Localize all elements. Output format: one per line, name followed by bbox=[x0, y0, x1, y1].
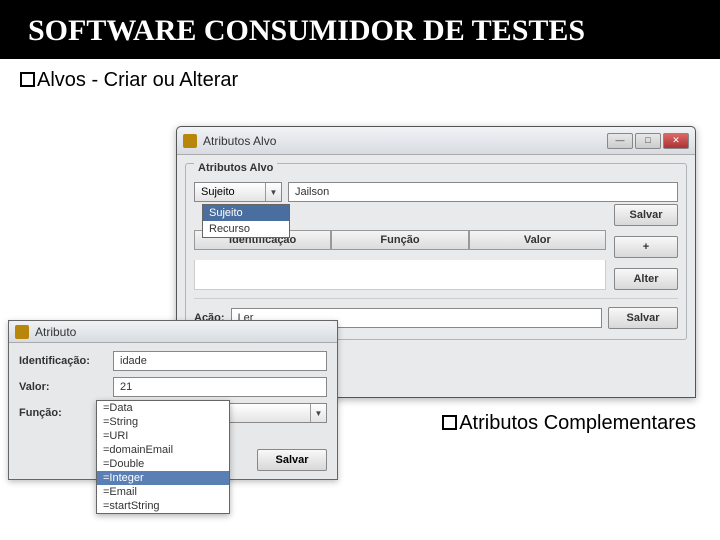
bullet-alvos: Alvos - Criar ou Alterar bbox=[0, 59, 720, 102]
funcao-option-startstring[interactable]: =startString bbox=[97, 499, 229, 513]
table-body-empty[interactable] bbox=[194, 260, 606, 291]
subject-name-input[interactable]: Jailson bbox=[288, 182, 678, 202]
salvar-button[interactable]: Salvar bbox=[614, 204, 678, 226]
titlebar[interactable]: Atributos Alvo — □ ✕ bbox=[177, 127, 695, 155]
titlebar[interactable]: Atributo bbox=[9, 321, 337, 343]
close-button[interactable]: ✕ bbox=[663, 133, 689, 149]
funcao-label: Função: bbox=[19, 407, 105, 419]
window-title: Atributo bbox=[35, 325, 331, 339]
col-valor[interactable]: Valor bbox=[469, 230, 606, 250]
funcao-option-email[interactable]: =Email bbox=[97, 485, 229, 499]
slide-title: SOFTWARE CONSUMIDOR DE TESTES bbox=[28, 14, 692, 49]
funcao-option-string[interactable]: =String bbox=[97, 415, 229, 429]
chevron-down-icon: ▼ bbox=[310, 404, 326, 422]
slide-header: SOFTWARE CONSUMIDOR DE TESTES bbox=[0, 0, 720, 59]
funcao-option-data[interactable]: =Data bbox=[97, 401, 229, 415]
subject-type-combo[interactable]: Sujeito ▼ bbox=[194, 182, 282, 202]
funcao-option-uri[interactable]: =URI bbox=[97, 429, 229, 443]
minimize-button[interactable]: — bbox=[607, 133, 633, 149]
identificacao-label: Identificação: bbox=[19, 355, 105, 367]
alter-button[interactable]: Alter bbox=[614, 268, 678, 290]
funcao-option-integer[interactable]: =Integer bbox=[97, 471, 229, 485]
bullet-square-icon bbox=[20, 72, 35, 87]
identificacao-input[interactable]: idade bbox=[113, 351, 327, 371]
funcao-option-double[interactable]: =Double bbox=[97, 457, 229, 471]
atributos-group: Atributos Alvo Sujeito ▼ Jailson Sujeito… bbox=[185, 163, 687, 340]
java-icon bbox=[15, 325, 29, 339]
maximize-button[interactable]: □ bbox=[635, 133, 661, 149]
add-button[interactable]: + bbox=[614, 236, 678, 258]
funcao-dropdown-list: =Data =String =URI =domainEmail =Double … bbox=[96, 400, 230, 514]
funcao-option-domainemail[interactable]: =domainEmail bbox=[97, 443, 229, 457]
bullet-atributos: Atributos Complementares bbox=[442, 412, 696, 435]
java-icon bbox=[183, 134, 197, 148]
bullet-square-icon bbox=[442, 415, 457, 430]
atributo-salvar-button[interactable]: Salvar bbox=[257, 449, 327, 471]
chevron-down-icon: ▼ bbox=[265, 183, 281, 201]
valor-input[interactable]: 21 bbox=[113, 377, 327, 397]
subject-type-dropdown: Sujeito Recurso bbox=[202, 204, 290, 238]
acao-salvar-button[interactable]: Salvar bbox=[608, 307, 678, 329]
valor-label: Valor: bbox=[19, 381, 105, 393]
dropdown-option-sujeito[interactable]: Sujeito bbox=[203, 205, 289, 221]
dropdown-option-recurso[interactable]: Recurso bbox=[203, 221, 289, 237]
group-title: Atributos Alvo bbox=[194, 162, 277, 174]
col-funcao[interactable]: Função bbox=[331, 230, 468, 250]
window-title: Atributos Alvo bbox=[203, 134, 607, 148]
